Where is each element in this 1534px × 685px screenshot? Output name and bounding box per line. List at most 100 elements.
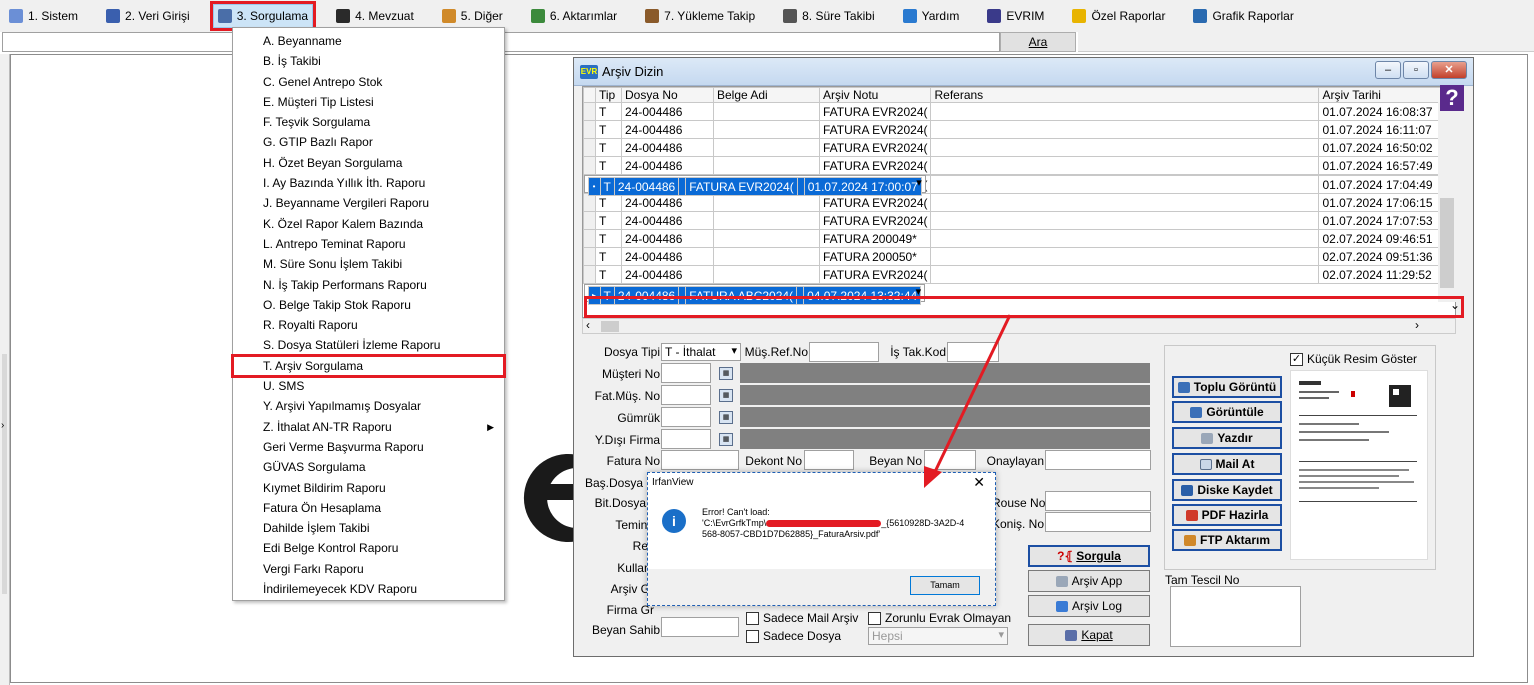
- gumruk-input[interactable]: [661, 407, 711, 427]
- table-row[interactable]: T24-004486 FATURA EVR2024(01.07.2024 17:0…: [583, 211, 1450, 230]
- fatura-no-input[interactable]: [661, 450, 739, 470]
- yazdir-button[interactable]: Yazdır: [1172, 427, 1282, 449]
- cell-ref[interactable]: [930, 193, 1320, 212]
- pdf-hazirla-button[interactable]: PDF Hazirla: [1172, 504, 1282, 526]
- cell-belge[interactable]: [713, 247, 820, 266]
- fat-mus-input[interactable]: [661, 385, 711, 405]
- cell-dosya[interactable]: 24-004486: [621, 138, 714, 157]
- dropdown-item[interactable]: Dahilde İşlem Takibi: [233, 518, 504, 538]
- cell-tarih[interactable]: 01.07.2024 16:57:49: [1318, 156, 1450, 175]
- checkbox-box[interactable]: [868, 611, 881, 625]
- cell-dosya[interactable]: 24-004486: [613, 177, 680, 196]
- menu-item-10[interactable]: EVRIM: [982, 4, 1049, 28]
- dropdown-item[interactable]: Geri Verme Başvurma Raporu: [233, 437, 504, 457]
- cell-dosya[interactable]: 24-004486: [621, 265, 714, 284]
- cell-tip[interactable]: T: [595, 193, 622, 212]
- cell-ref[interactable]: [930, 229, 1320, 248]
- cell-belge[interactable]: [713, 156, 820, 175]
- table-row[interactable]: T 24-004486 FATURA EVR2024(01.07.2024 16:0…: [583, 102, 1450, 121]
- cell-dosya[interactable]: 24-004486: [621, 247, 714, 266]
- ydisi-firma-input[interactable]: [661, 429, 711, 449]
- mus-ref-input[interactable]: [809, 342, 879, 362]
- arsiv-app-button[interactable]: Arşiv App: [1028, 570, 1150, 592]
- menu-item-9[interactable]: Yardım: [898, 4, 965, 28]
- cell-ref[interactable]: [796, 177, 805, 196]
- dropdown-item[interactable]: Vergi Farkı Raporu: [233, 559, 504, 579]
- dosya-tipi-select[interactable]: T - İthalat: [661, 343, 741, 361]
- cell-tip[interactable]: T: [595, 265, 622, 284]
- cell-dosya[interactable]: 24-004486: [621, 193, 714, 212]
- menu-item-8[interactable]: 8. Süre Takibi: [778, 4, 880, 28]
- musteri-no-input[interactable]: [661, 363, 711, 383]
- cell-tip[interactable]: T: [599, 177, 615, 196]
- cell-dosya[interactable]: 24-004486: [621, 229, 714, 248]
- diske-kaydet-button[interactable]: Diske Kaydet: [1172, 479, 1282, 501]
- dropdown-item[interactable]: T. Arşiv Sorgulama: [231, 353, 506, 379]
- konis-no-input[interactable]: [1045, 512, 1151, 532]
- table-row[interactable]: T 24-004486 FATURA EVR2024(01.07.2024 16:1…: [583, 120, 1450, 139]
- cell-dosya[interactable]: 24-004486: [621, 120, 714, 139]
- dropdown-item[interactable]: C. Genel Antrepo Stok: [233, 72, 504, 92]
- menu-item-1[interactable]: 1. Sistem: [4, 4, 83, 28]
- dropdown-item[interactable]: Z. İthalat AN-TR Raporu ▶: [233, 417, 504, 437]
- cell-tarih[interactable]: 01.07.2024 17:07:53: [1318, 211, 1450, 230]
- sadece-mail-checkbox[interactable]: Sadece Mail Arşiv: [746, 611, 858, 625]
- dropdown-item[interactable]: A. Beyanname: [233, 31, 504, 51]
- kucuk-resim-checkbox[interactable]: ✓ Küçük Resim Göster: [1290, 352, 1417, 366]
- cell-belge[interactable]: [713, 120, 820, 139]
- dropdown-item[interactable]: S. Dosya Statüleri İzleme Raporu: [233, 335, 504, 355]
- cell-belge[interactable]: [713, 102, 820, 121]
- scroll-thumb[interactable]: [1440, 198, 1454, 288]
- menu-item-4[interactable]: 4. Mevzuat: [331, 4, 419, 28]
- horizontal-scrollbar[interactable]: ‹ ›: [582, 318, 1456, 334]
- cell-dosya[interactable]: 24-004486: [621, 156, 714, 175]
- mail-at-button[interactable]: Mail At: [1172, 453, 1282, 475]
- arsiv-log-button[interactable]: Arşiv Log: [1028, 595, 1150, 617]
- cell-tip[interactable]: T: [595, 138, 622, 157]
- cell-not[interactable]: FATURA EVR2024(: [818, 138, 932, 157]
- cell-tarih[interactable]: 01.07.2024 16:08:37: [1318, 102, 1450, 121]
- cell-ref[interactable]: [930, 138, 1320, 157]
- dropdown-item[interactable]: H. Özet Beyan Sorgulama: [233, 153, 504, 173]
- cell-not[interactable]: FATURA EVR2024(: [685, 177, 798, 196]
- ftp-aktarim-button[interactable]: FTP Aktarım: [1172, 529, 1282, 551]
- chevron-down-icon[interactable]: ⌄: [1450, 298, 1460, 312]
- cell-not[interactable]: FATURA EVR2024(: [818, 193, 932, 212]
- col-header-dosya-no[interactable]: Dosya No: [621, 87, 714, 103]
- dropdown-item[interactable]: B. İş Takibi: [233, 51, 504, 71]
- zorunlu-evrak-checkbox[interactable]: Zorunlu Evrak Olmayan: [868, 611, 1011, 625]
- cell-tip[interactable]: T: [595, 247, 622, 266]
- cell-not[interactable]: FATURA EVR2024(: [818, 120, 932, 139]
- scroll-right-icon[interactable]: ›: [1415, 318, 1419, 332]
- cell-not[interactable]: FATURA 200049*: [818, 229, 932, 248]
- splitter-handle[interactable]: [2, 354, 7, 594]
- document-thumbnail[interactable]: [1290, 370, 1428, 560]
- sadece-dosya-checkbox[interactable]: Sadece Dosya: [746, 629, 841, 643]
- cell-tip[interactable]: T: [595, 120, 622, 139]
- cell-tip[interactable]: T: [595, 156, 622, 175]
- dropdown-item[interactable]: N. İş Takip Performans Raporu: [233, 275, 504, 295]
- table-row[interactable]: T 24-004486 FATURA EVR2024(01.07.2024 16:5…: [583, 156, 1450, 175]
- dropdown-item[interactable]: J. Beyanname Vergileri Raporu: [233, 193, 504, 213]
- col-header-tip[interactable]: Tip: [595, 87, 622, 103]
- cell-belge[interactable]: [713, 138, 820, 157]
- cell-belge[interactable]: [713, 265, 820, 284]
- cell-tarih[interactable]: 01.07.2024 16:50:02: [1318, 138, 1450, 157]
- checkbox-box[interactable]: [746, 611, 759, 625]
- lookup-icon[interactable]: ▦: [719, 411, 733, 424]
- beyan-no-input[interactable]: [924, 450, 976, 470]
- menu-item-12[interactable]: Grafik Raporlar: [1188, 4, 1298, 28]
- dropdown-item[interactable]: Y. Arşivi Yapılmamış Dosyalar: [233, 396, 504, 416]
- menu-item-5[interactable]: 5. Diğer: [437, 4, 508, 28]
- table-row[interactable]: T 24-004486 FATURA EVR2024(02.07.2024 11:2…: [583, 265, 1450, 284]
- beyan-sahibi-input[interactable]: [661, 617, 739, 637]
- cell-dosya[interactable]: 24-004486: [621, 211, 714, 230]
- cell-tarih[interactable]: 02.07.2024 09:51:36: [1318, 247, 1450, 266]
- scroll-left-icon[interactable]: ‹: [586, 318, 590, 332]
- dropdown-item[interactable]: M. Süre Sonu İşlem Takibi: [233, 254, 504, 274]
- cell-ref[interactable]: [930, 247, 1320, 266]
- cell-ref[interactable]: [930, 156, 1320, 175]
- is-tak-input[interactable]: [947, 342, 999, 362]
- scroll-thumb[interactable]: [601, 321, 619, 332]
- cell-tarih[interactable]: 01.07.2024 17:06:15: [1318, 193, 1450, 212]
